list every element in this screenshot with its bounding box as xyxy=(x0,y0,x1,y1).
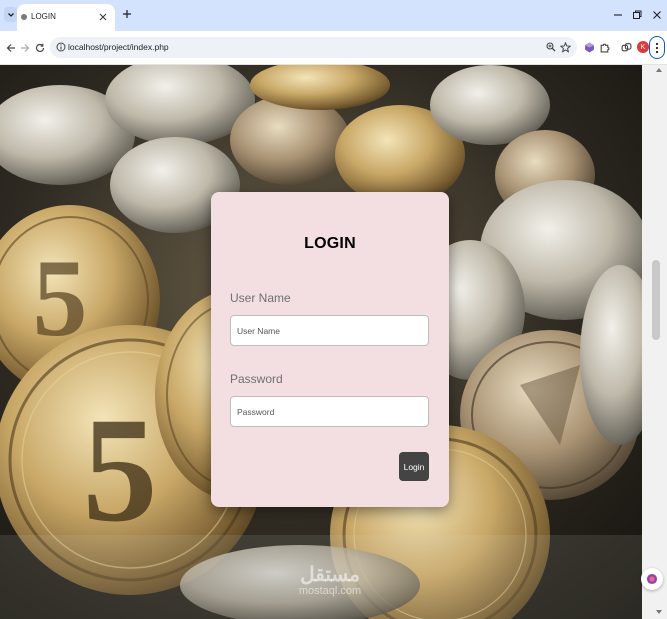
minimize-button[interactable] xyxy=(609,6,627,24)
page-scrollbar[interactable] xyxy=(642,65,667,619)
close-icon xyxy=(653,11,661,19)
url-text[interactable]: localhost/project/index.php xyxy=(68,42,169,52)
mostaql-watermark: مستقل mostaql.com xyxy=(275,565,385,597)
login-form: LOGIN User Name Password Login xyxy=(211,192,449,507)
watermark-latin-text: mostaql.com xyxy=(298,585,362,597)
tab-strip: LOGIN xyxy=(0,0,667,31)
puzzle-icon xyxy=(600,43,609,52)
link-icon xyxy=(621,42,631,51)
password-label: Password xyxy=(230,372,283,386)
profile-avatar[interactable]: K xyxy=(637,41,649,53)
minimize-icon xyxy=(614,14,622,16)
site-info-button[interactable] xyxy=(55,41,67,53)
restore-icon xyxy=(633,10,642,19)
zoom-icon xyxy=(546,42,556,52)
forward-button[interactable] xyxy=(17,40,33,56)
gem-extension-icon xyxy=(646,573,658,585)
extensions-menu-button[interactable] xyxy=(597,40,611,54)
zoom-button[interactable] xyxy=(545,41,557,53)
close-icon xyxy=(99,13,107,21)
gem-extension-icon xyxy=(584,42,594,52)
browser-menu-button[interactable] xyxy=(649,36,665,59)
watermark-arabic-text: مستقل xyxy=(300,564,360,586)
scrollbar-thumb[interactable] xyxy=(652,260,660,340)
arrow-right-icon xyxy=(21,44,30,52)
tab-search-button[interactable] xyxy=(4,7,17,22)
close-window-button[interactable] xyxy=(648,6,666,24)
svg-text:5: 5 xyxy=(83,387,158,553)
scroll-up-arrow[interactable] xyxy=(656,68,662,72)
chevron-down-icon xyxy=(7,12,14,17)
new-tab-button[interactable] xyxy=(120,7,134,21)
tab-title: LOGIN xyxy=(31,12,56,21)
browser-toolbar: localhost/project/index.php xyxy=(0,31,667,65)
tab-close-button[interactable] xyxy=(97,10,109,24)
assistant-bubble-button[interactable] xyxy=(641,568,663,590)
bookmark-button[interactable] xyxy=(559,41,571,53)
username-input[interactable] xyxy=(230,315,429,346)
password-input[interactable] xyxy=(230,396,429,427)
username-label: User Name xyxy=(230,291,291,305)
reload-icon xyxy=(35,43,45,53)
star-icon xyxy=(559,41,571,53)
more-vertical-icon xyxy=(655,42,659,53)
address-bar[interactable]: localhost/project/index.php xyxy=(50,37,577,58)
scroll-down-arrow[interactable] xyxy=(656,610,662,614)
page-viewport: 5 5 LOGIN User Name Password Login xyxy=(0,65,642,619)
info-icon xyxy=(56,42,66,52)
tab-groups-button[interactable] xyxy=(619,40,633,54)
maximize-button[interactable] xyxy=(628,6,646,24)
form-title: LOGIN xyxy=(304,235,356,252)
extension-button[interactable] xyxy=(582,40,596,54)
arrow-left-icon xyxy=(6,44,15,52)
login-button[interactable]: Login xyxy=(399,452,429,481)
plus-icon xyxy=(123,10,131,18)
reload-button[interactable] xyxy=(32,40,48,56)
browser-tab[interactable]: LOGIN xyxy=(17,4,115,31)
globe-icon xyxy=(21,14,27,20)
